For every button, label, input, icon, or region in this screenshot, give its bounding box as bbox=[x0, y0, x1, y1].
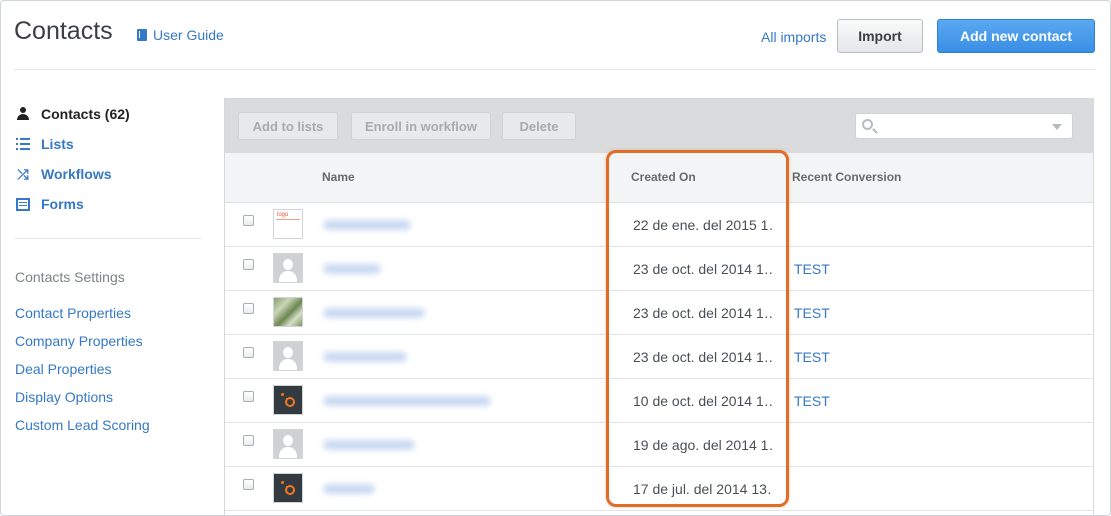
row-checkbox[interactable] bbox=[243, 391, 254, 402]
sidebar-item-lists[interactable]: Lists bbox=[15, 129, 130, 159]
row-checkbox[interactable] bbox=[243, 303, 254, 314]
sidebar-item-label: Lists bbox=[41, 136, 74, 152]
created-on-value: 10 de oct. del 2014 1… bbox=[633, 393, 773, 409]
avatar bbox=[273, 473, 303, 503]
column-header-created-on[interactable]: Created On bbox=[631, 170, 696, 184]
search-box[interactable] bbox=[855, 113, 1073, 139]
hubspot-logo-icon bbox=[280, 392, 296, 408]
header-divider bbox=[14, 69, 1095, 70]
import-button[interactable]: Import bbox=[837, 19, 923, 53]
recent-conversion-link[interactable]: TEST bbox=[794, 305, 830, 321]
table-row[interactable]: 22 de ene. del 2015 1… bbox=[225, 203, 1093, 247]
table-row[interactable]: 10 de oct. del 2014 1… TEST bbox=[225, 379, 1093, 423]
sidebar-item-workflows[interactable]: ⤮ Workflows bbox=[15, 159, 130, 189]
contact-name-blurred[interactable] bbox=[323, 396, 491, 406]
row-checkbox[interactable] bbox=[243, 259, 254, 270]
avatar bbox=[273, 429, 303, 459]
created-on-value: 19 de ago. del 2014 1… bbox=[633, 437, 773, 453]
column-header-recent-conversion[interactable]: Recent Conversion bbox=[792, 170, 901, 184]
user-guide-label: User Guide bbox=[153, 27, 224, 43]
enroll-in-workflow-button[interactable]: Enroll in workflow bbox=[351, 112, 491, 140]
contact-name-blurred[interactable] bbox=[323, 352, 407, 362]
table-row[interactable]: 23 de oct. del 2014 1… TEST bbox=[225, 247, 1093, 291]
add-new-contact-button[interactable]: Add new contact bbox=[937, 19, 1095, 53]
avatar bbox=[273, 385, 303, 415]
recent-conversion-link[interactable]: TEST bbox=[794, 393, 830, 409]
settings-link-company-properties[interactable]: Company Properties bbox=[15, 333, 150, 361]
recent-conversion-link[interactable]: TEST bbox=[794, 261, 830, 277]
table-row[interactable]: 23 de oct. del 2014 1… TEST bbox=[225, 335, 1093, 379]
table-row[interactable]: 19 de ago. del 2014 1… bbox=[225, 423, 1093, 467]
search-input[interactable] bbox=[880, 117, 1040, 135]
settings-heading: Contacts Settings bbox=[15, 269, 125, 285]
table-row[interactable]: 23 de oct. del 2014 1… TEST bbox=[225, 291, 1093, 335]
row-checkbox[interactable] bbox=[243, 347, 254, 358]
settings-links: Contact Properties Company Properties De… bbox=[15, 305, 150, 445]
user-guide-link[interactable]: User Guide bbox=[137, 27, 224, 43]
settings-link-display-options[interactable]: Display Options bbox=[15, 389, 150, 417]
contacts-table-panel: Add to lists Enroll in workflow Delete N… bbox=[224, 98, 1094, 515]
shuffle-icon: ⤮ bbox=[17, 165, 29, 182]
page-title: Contacts bbox=[14, 17, 113, 45]
created-on-value: 17 de jul. del 2014 13… bbox=[633, 481, 773, 497]
contact-name-blurred[interactable] bbox=[323, 484, 375, 494]
created-on-value: 23 de oct. del 2014 1… bbox=[633, 349, 773, 365]
row-checkbox[interactable] bbox=[243, 215, 254, 226]
form-icon bbox=[16, 197, 30, 211]
created-on-value: 23 de oct. del 2014 1… bbox=[633, 305, 773, 321]
row-checkbox[interactable] bbox=[243, 435, 254, 446]
sidebar-item-forms[interactable]: Forms bbox=[15, 189, 130, 219]
settings-link-deal-properties[interactable]: Deal Properties bbox=[15, 361, 150, 389]
contact-name-blurred[interactable] bbox=[323, 440, 415, 450]
table-toolbar: Add to lists Enroll in workflow Delete bbox=[225, 99, 1093, 153]
avatar bbox=[273, 341, 303, 371]
avatar bbox=[273, 209, 303, 239]
avatar bbox=[273, 253, 303, 283]
delete-button[interactable]: Delete bbox=[502, 112, 576, 140]
settings-link-contact-properties[interactable]: Contact Properties bbox=[15, 305, 150, 333]
sidebar-item-label: Workflows bbox=[41, 166, 112, 182]
table-row[interactable]: 17 de jul. del 2014 13… bbox=[225, 467, 1093, 511]
app-window: Contacts User Guide All imports Import A… bbox=[0, 0, 1111, 516]
search-icon bbox=[862, 119, 873, 130]
created-on-value: 22 de ene. del 2015 1… bbox=[633, 217, 773, 233]
all-imports-link[interactable]: All imports bbox=[761, 29, 826, 45]
person-icon bbox=[16, 107, 30, 121]
contact-name-blurred[interactable] bbox=[323, 220, 411, 230]
sidebar-divider bbox=[15, 238, 201, 239]
sidebar-item-contacts[interactable]: Contacts (62) bbox=[15, 99, 130, 129]
contact-name-blurred[interactable] bbox=[323, 264, 381, 274]
created-on-value: 23 de oct. del 2014 1… bbox=[633, 261, 773, 277]
column-header-name[interactable]: Name bbox=[322, 170, 355, 184]
row-checkbox[interactable] bbox=[243, 479, 254, 490]
add-to-lists-button[interactable]: Add to lists bbox=[238, 112, 338, 140]
hubspot-logo-icon bbox=[280, 480, 296, 496]
sidebar-item-label: Contacts (62) bbox=[41, 106, 130, 122]
contact-name-blurred[interactable] bbox=[323, 308, 425, 318]
recent-conversion-link[interactable]: TEST bbox=[794, 349, 830, 365]
sidebar-nav: Contacts (62) Lists ⤮ Workflows Forms bbox=[15, 99, 130, 219]
sidebar-item-label: Forms bbox=[41, 196, 84, 212]
chevron-down-icon[interactable] bbox=[1052, 124, 1062, 130]
book-icon bbox=[137, 29, 147, 41]
settings-link-custom-lead-scoring[interactable]: Custom Lead Scoring bbox=[15, 417, 150, 445]
avatar bbox=[273, 297, 303, 327]
list-icon bbox=[16, 138, 30, 150]
table-header: Name Created On Recent Conversion bbox=[225, 153, 1093, 203]
